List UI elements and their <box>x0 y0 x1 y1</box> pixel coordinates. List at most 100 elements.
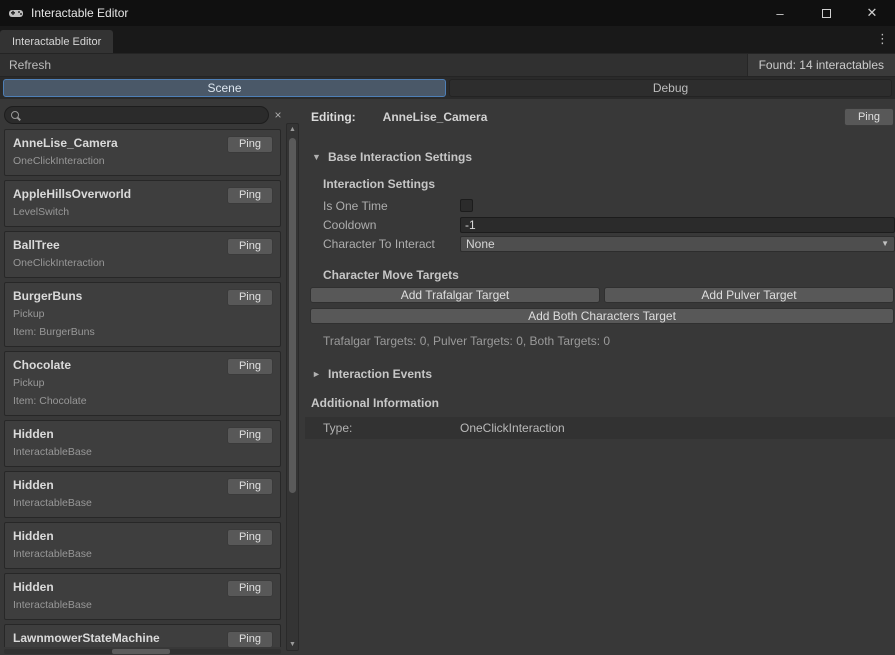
add-pulver-target-button[interactable]: Add Pulver Target <box>604 287 894 303</box>
list-item[interactable]: Hidden InteractableBase Ping <box>4 573 281 620</box>
list-item-main: Hidden InteractableBase <box>13 528 227 562</box>
is-one-time-row: Is One Time <box>323 196 895 215</box>
interaction-events-foldout[interactable]: ► Interaction Events <box>305 367 895 381</box>
character-to-interact-dropdown[interactable]: None ▼ <box>460 236 895 252</box>
minimize-icon[interactable]: – <box>757 0 803 26</box>
list-item-subtitles: OneClickInteraction <box>13 154 227 169</box>
add-both-row: Add Both Characters Target <box>310 308 894 324</box>
vertical-scrollbar[interactable]: ▲ ▼ <box>286 123 299 651</box>
tab-scene[interactable]: Scene <box>3 79 446 97</box>
clear-search-icon[interactable]: × <box>271 108 285 122</box>
dropdown-selected-value: None <box>466 237 495 251</box>
scroll-down-icon[interactable]: ▼ <box>289 639 296 650</box>
interaction-events-label: Interaction Events <box>328 367 432 381</box>
list-item[interactable]: AnneLise_Camera OneClickInteraction Ping <box>4 129 281 176</box>
list-item-main: AppleHillsOverworld LevelSwitch <box>13 186 227 220</box>
list-item-subtitle: LevelSwitch <box>13 205 227 220</box>
character-to-interact-row: Character To Interact None ▼ <box>323 234 895 253</box>
scrollbar-thumb[interactable] <box>289 138 296 493</box>
cooldown-label: Cooldown <box>323 218 460 232</box>
list-item[interactable]: LawnmowerStateMachine OneClickInteractio… <box>4 624 281 647</box>
list-item[interactable]: BurgerBuns PickupItem: BurgerBuns Ping <box>4 282 281 347</box>
menu-icon[interactable]: ⋮ <box>876 32 889 45</box>
base-interaction-settings-label: Base Interaction Settings <box>328 150 472 164</box>
cooldown-row: Cooldown <box>323 215 895 234</box>
interactable-editor-window: Interactable Editor – ✕ Interactable Edi… <box>0 0 895 655</box>
add-trafalgar-target-button[interactable]: Add Trafalgar Target <box>310 287 600 303</box>
type-label: Type: <box>323 421 460 435</box>
list-item-subtitle: InteractableBase <box>13 496 227 511</box>
scene-list-panel: × AnneLise_Camera OneClickInteraction Pi… <box>0 99 285 655</box>
ping-button[interactable]: Ping <box>227 631 273 647</box>
list-item-subtitles: Pickup Item: BurgerBuns <box>13 307 227 340</box>
list-item-subtitle: InteractableBase <box>13 445 227 460</box>
editing-target-name: AnneLise_Camera <box>383 110 488 124</box>
ping-button[interactable]: Ping <box>227 238 273 255</box>
list-item-subtitles: PickupItem: Chocolate <box>13 376 227 409</box>
editing-row: Editing: AnneLise_Camera Ping <box>305 107 895 127</box>
search-row: × <box>4 106 285 124</box>
list-item[interactable]: Hidden InteractableBase Ping <box>4 471 281 518</box>
list-item[interactable]: AppleHillsOverworld LevelSwitch Ping <box>4 180 281 227</box>
list-item-name: Hidden <box>13 528 227 544</box>
list-item-main: AnneLise_Camera OneClickInteraction <box>13 135 227 169</box>
type-row: Type: OneClickInteraction <box>305 417 895 439</box>
ping-button[interactable]: Ping <box>227 289 273 306</box>
scroll-up-icon[interactable]: ▲ <box>289 124 296 135</box>
list-item[interactable]: Hidden InteractableBase Ping <box>4 420 281 467</box>
ping-button[interactable]: Ping <box>227 358 273 375</box>
ping-button[interactable]: Ping <box>227 478 273 495</box>
list-item-subtitles: InteractableBase <box>13 496 227 511</box>
is-one-time-checkbox[interactable] <box>460 199 473 212</box>
list-item[interactable]: BallTree OneClickInteraction Ping <box>4 231 281 278</box>
type-value: OneClickInteraction <box>460 421 565 435</box>
inspector-ping-button[interactable]: Ping <box>844 108 894 126</box>
list-item-main: Chocolate PickupItem: Chocolate <box>13 357 227 409</box>
editor-tab-strip: Interactable Editor ⋮ <box>0 26 895 53</box>
list-item-subtitle: Item: BurgerBuns <box>13 325 227 340</box>
ping-button[interactable]: Ping <box>227 427 273 444</box>
foldout-collapsed-icon: ► <box>312 369 322 379</box>
titlebar: Interactable Editor – ✕ <box>0 0 895 26</box>
list-item[interactable]: Chocolate PickupItem: Chocolate Ping <box>4 351 281 416</box>
list-item-subtitles: InteractableBase <box>13 445 227 460</box>
list-item-subtitle: Pickup <box>13 307 227 322</box>
list-item-subtitles: InteractableBase <box>13 598 227 613</box>
maximize-glyph <box>822 9 831 18</box>
ping-button[interactable]: Ping <box>227 529 273 546</box>
window-title: Interactable Editor <box>31 6 128 20</box>
list-item-subtitle: InteractableBase <box>13 598 227 613</box>
list-item-subtitle: OneClickInteraction <box>13 256 227 271</box>
base-interaction-settings-foldout[interactable]: ▼ Base Interaction Settings <box>305 150 895 164</box>
horizontal-scrollbar[interactable] <box>4 649 281 654</box>
view-tabs: Scene Debug <box>0 77 895 99</box>
search-icon <box>11 110 22 121</box>
refresh-button[interactable]: Refresh <box>9 58 51 72</box>
search-input[interactable] <box>25 108 268 122</box>
maximize-icon[interactable] <box>803 0 849 26</box>
interaction-settings-header: Interaction Settings <box>323 177 895 191</box>
tab-interactable-editor[interactable]: Interactable Editor <box>0 30 113 53</box>
gamepad-icon <box>8 5 24 21</box>
tab-debug[interactable]: Debug <box>449 79 892 97</box>
list-item-subtitles: InteractableBase <box>13 547 227 562</box>
character-move-targets-header: Character Move Targets <box>323 268 895 282</box>
list-item-subtitle: Item: Chocolate <box>13 394 227 409</box>
list-item-name: Chocolate <box>13 357 227 373</box>
ping-button[interactable]: Ping <box>227 136 273 153</box>
list-item-name: Hidden <box>13 426 227 442</box>
close-icon[interactable]: ✕ <box>849 0 895 26</box>
list-item[interactable]: Hidden InteractableBase Ping <box>4 522 281 569</box>
scrollbar-track[interactable] <box>288 136 297 638</box>
move-target-buttons: Add Trafalgar Target Add Pulver Target <box>310 287 894 303</box>
list-item-main: BallTree OneClickInteraction <box>13 237 227 271</box>
horizontal-scrollbar-thumb[interactable] <box>112 649 170 654</box>
ping-button[interactable]: Ping <box>227 580 273 597</box>
add-both-characters-target-button[interactable]: Add Both Characters Target <box>310 308 894 324</box>
list-item-subtitle: OneClickInteraction <box>13 154 227 169</box>
list-item-name: BallTree <box>13 237 227 253</box>
list-item-main: LawnmowerStateMachine OneClickInteractio… <box>13 630 227 647</box>
ping-button[interactable]: Ping <box>227 187 273 204</box>
search-box[interactable] <box>4 106 269 124</box>
cooldown-field[interactable] <box>460 217 895 233</box>
